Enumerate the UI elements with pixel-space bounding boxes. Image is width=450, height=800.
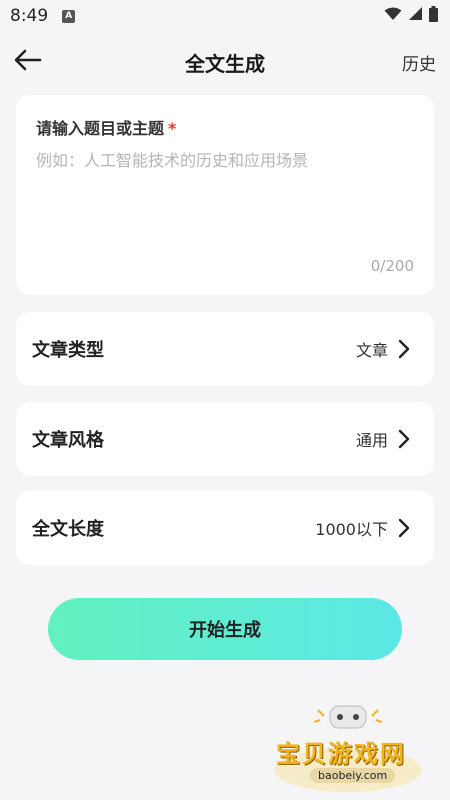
status-right: [384, 5, 438, 27]
wifi-icon: [384, 6, 402, 26]
notification-icon: A: [62, 9, 76, 23]
length-value: 1000以下: [315, 520, 388, 539]
chevron-right-icon: [398, 518, 412, 538]
topic-label: 请输入题目或主题 *: [36, 115, 414, 139]
topic-card: 请输入题目或主题* 0/200: [16, 95, 434, 295]
length-row[interactable]: 全文长度 1000以下: [16, 491, 434, 565]
watermark: 宝贝游戏网 baobeiy.com: [268, 700, 428, 794]
char-count: 0/200: [370, 257, 414, 275]
length-label: 全文长度: [32, 519, 104, 540]
article-style-row[interactable]: 文章风格 通用: [16, 402, 434, 476]
article-style-label: 文章风格: [32, 430, 104, 451]
article-style-value: 通用: [355, 431, 388, 450]
battery-icon: [429, 5, 438, 27]
article-type-value: 文章: [355, 341, 388, 360]
start-generate-button[interactable]: 开始生成: [48, 598, 402, 660]
required-mark: *: [168, 119, 177, 138]
status-bar: 8:49 A: [0, 0, 450, 32]
app-header: 全文生成 历史: [0, 40, 450, 84]
article-type-row[interactable]: 文章类型 文章: [16, 312, 434, 386]
topic-label-text: 请输入题目或主题: [36, 119, 165, 138]
signal-icon: [408, 6, 423, 26]
status-time: 8:49: [10, 6, 49, 26]
watermark-url: baobeiy.com: [310, 768, 396, 783]
back-button[interactable]: [12, 46, 44, 78]
chevron-right-icon: [398, 339, 412, 359]
history-button[interactable]: 历史: [402, 50, 436, 75]
notification-icon-letter: A: [65, 11, 73, 21]
page-title: 全文生成: [185, 51, 265, 76]
chevron-right-icon: [398, 429, 412, 449]
article-type-label: 文章类型: [32, 340, 104, 361]
topic-input[interactable]: [36, 149, 414, 239]
watermark-brand: 宝贝游戏网: [276, 740, 406, 768]
status-left: 8:49 A: [10, 6, 76, 26]
arrow-left-icon: [14, 49, 42, 75]
